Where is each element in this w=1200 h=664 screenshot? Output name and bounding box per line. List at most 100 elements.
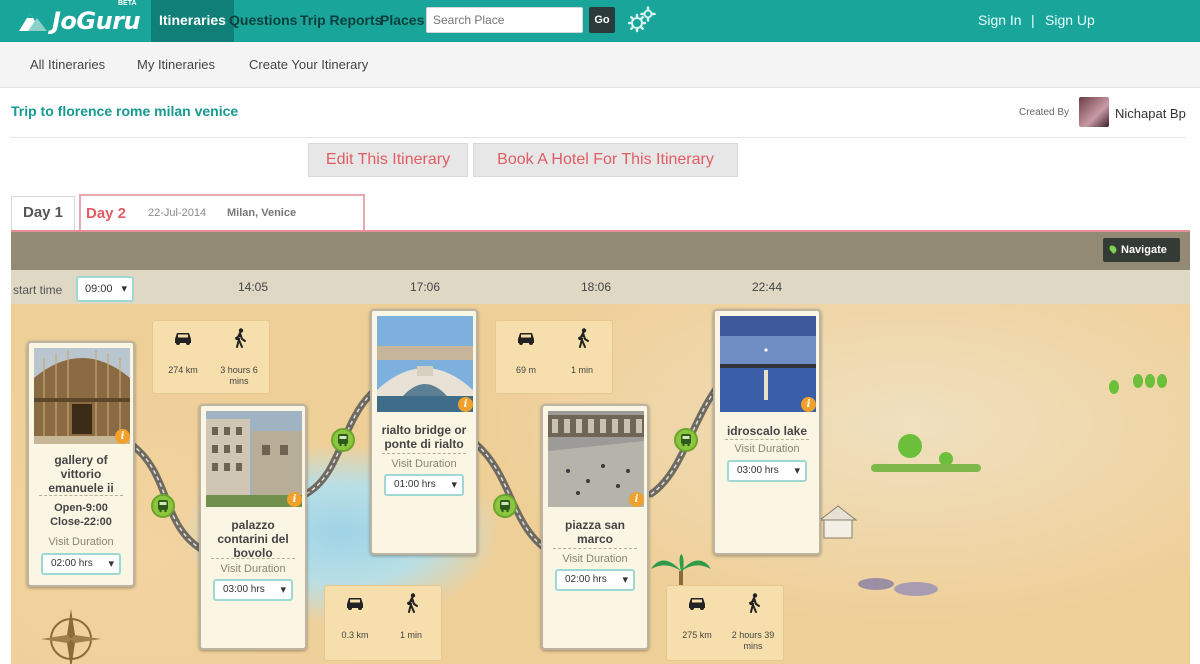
nav-tab-places[interactable]: Places [380,0,424,42]
nav-tab-questions[interactable]: Questions [229,0,297,42]
map-toolbar [11,230,1190,270]
car-icon [518,333,534,345]
subnav-create-itinerary[interactable]: Create Your Itinerary [249,57,368,72]
day-2-label: Day 2 [86,205,127,222]
opening-hours: Open-9:00 [54,502,108,514]
drive-distance: 0.3 km [341,630,369,640]
nav-tab-itineraries[interactable]: Itineraries [151,0,234,42]
info-icon[interactable]: i [115,429,130,444]
info-icon[interactable]: i [629,492,644,507]
bus-icon[interactable] [331,428,355,452]
visit-duration-select[interactable]: 03:00 hrs [213,579,293,601]
grass-patch [871,464,981,472]
info-icon[interactable]: i [287,492,302,507]
place-name[interactable]: idroscalo lake [719,424,815,438]
sign-up-link[interactable]: Sign Up [1045,12,1095,28]
tree-decoration [1157,374,1167,388]
stop-card[interactable]: i gallery of vittorio emanuele ii Open-9… [27,341,135,587]
divider [39,495,123,496]
tree-decoration [1133,374,1143,388]
transit-info: 0.3 km 1 min [324,585,442,661]
bus-icon[interactable] [151,494,175,518]
beta-badge: BETA [118,0,137,7]
place-photo [548,411,644,507]
house-icon [818,505,858,539]
stop-card[interactable]: i idroscalo lake Visit Duration 03:00 hr… [713,309,821,555]
created-by-label: Created By [1019,107,1070,118]
divider [211,558,295,559]
divider [10,137,1186,138]
drive-distance: 275 km [682,630,712,640]
place-name[interactable]: palazzo contarini del bovolo [205,518,301,560]
navigate-button[interactable]: Navigate [1103,238,1180,262]
place-name[interactable]: rialto bridge or ponte di rialto [376,423,472,451]
rocks-decoration [858,578,938,596]
place-photo [206,411,302,507]
walk-icon [578,328,589,348]
walk-time: 1 min [570,365,593,375]
tab-day-2[interactable]: Day 2 22-Jul-2014 Milan, Venice [79,194,365,230]
itinerary-map: 274 km 3 hours 6 mins 0.3 km 1 min 69 m … [11,304,1190,664]
tree-decoration [1145,374,1155,388]
time-marker: 17:06 [410,280,441,294]
bus-icon[interactable] [674,428,698,452]
stop-card[interactable]: i rialto bridge or ponte di rialto Visit… [370,309,478,555]
drive-distance: 274 km [168,365,198,375]
visit-duration-select[interactable]: 02:00 hrs [41,553,121,575]
go-button[interactable]: Go [589,7,615,33]
subnav-my-itineraries[interactable]: My Itineraries [137,57,215,72]
visit-duration-label: Visit Duration [48,536,114,548]
stop-card[interactable]: i palazzo contarini del bovolo Visit Dur… [199,404,307,650]
info-icon[interactable]: i [801,397,816,412]
search-input[interactable] [426,7,583,33]
brand-name: JoGuru [52,7,141,35]
gear-icon[interactable] [626,4,658,36]
place-photo [377,316,473,412]
divider [553,548,637,549]
divider [382,453,466,454]
day-2-date: 22-Jul-2014 [148,207,207,219]
car-icon [347,598,363,610]
walk-time: 2 hours 39 mins [731,630,775,651]
tab-day-1[interactable]: Day 1 [11,196,75,230]
car-icon [175,333,191,345]
creator-name[interactable]: Nichapat Bp [1115,106,1186,121]
logo[interactable]: JoGuru [18,6,141,36]
visit-duration-label: Visit Duration [391,458,457,470]
visit-duration-label: Visit Duration [734,443,800,455]
car-icon [689,598,705,610]
nav-tab-trip-reports[interactable]: Trip Reports [300,0,382,42]
walk-icon [749,593,760,613]
bus-icon[interactable] [493,494,517,518]
page-title: Trip to florence rome milan venice [11,103,239,119]
top-nav-bar: JoGuru BETA Itineraries Questions Trip R… [0,0,1200,42]
walk-time: 3 hours 6 mins [220,365,258,386]
info-icon[interactable]: i [458,397,473,412]
transit-info: 69 m 1 min [495,320,613,394]
avatar[interactable] [1079,97,1109,127]
sub-nav-bar: All Itineraries My Itineraries Create Yo… [0,42,1200,88]
walk-icon [235,328,246,348]
sign-in-link[interactable]: Sign In [978,12,1022,28]
stop-card[interactable]: i piazza san marco Visit Duration 02:00 … [541,404,649,650]
closing-hours: Close-22:00 [50,516,112,528]
tree-decoration [1109,380,1119,394]
place-name[interactable]: gallery of vittorio emanuele ii [33,453,129,495]
subnav-all-itineraries[interactable]: All Itineraries [30,57,105,72]
visit-duration-select[interactable]: 03:00 hrs [727,460,807,482]
transit-info: 275 km 2 hours 39 mins [666,585,784,661]
place-photo [34,348,130,444]
start-time-label: start time [13,283,63,297]
day-2-places: Milan, Venice [227,207,297,219]
edit-itinerary-button[interactable]: Edit This Itinerary [308,143,468,177]
visit-duration-select[interactable]: 02:00 hrs [555,569,635,591]
tree-decoration [898,434,922,458]
drive-distance: 69 m [515,365,536,375]
visit-duration-select[interactable]: 01:00 hrs [384,474,464,496]
place-name[interactable]: piazza san marco [547,518,643,546]
walk-icon [407,593,418,613]
book-hotel-button[interactable]: Book A Hotel For This Itinerary [473,143,738,177]
transit-info: 274 km 3 hours 6 mins [152,320,270,394]
start-time-select[interactable]: 09:00 [76,276,134,302]
walk-time: 1 min [399,630,422,640]
